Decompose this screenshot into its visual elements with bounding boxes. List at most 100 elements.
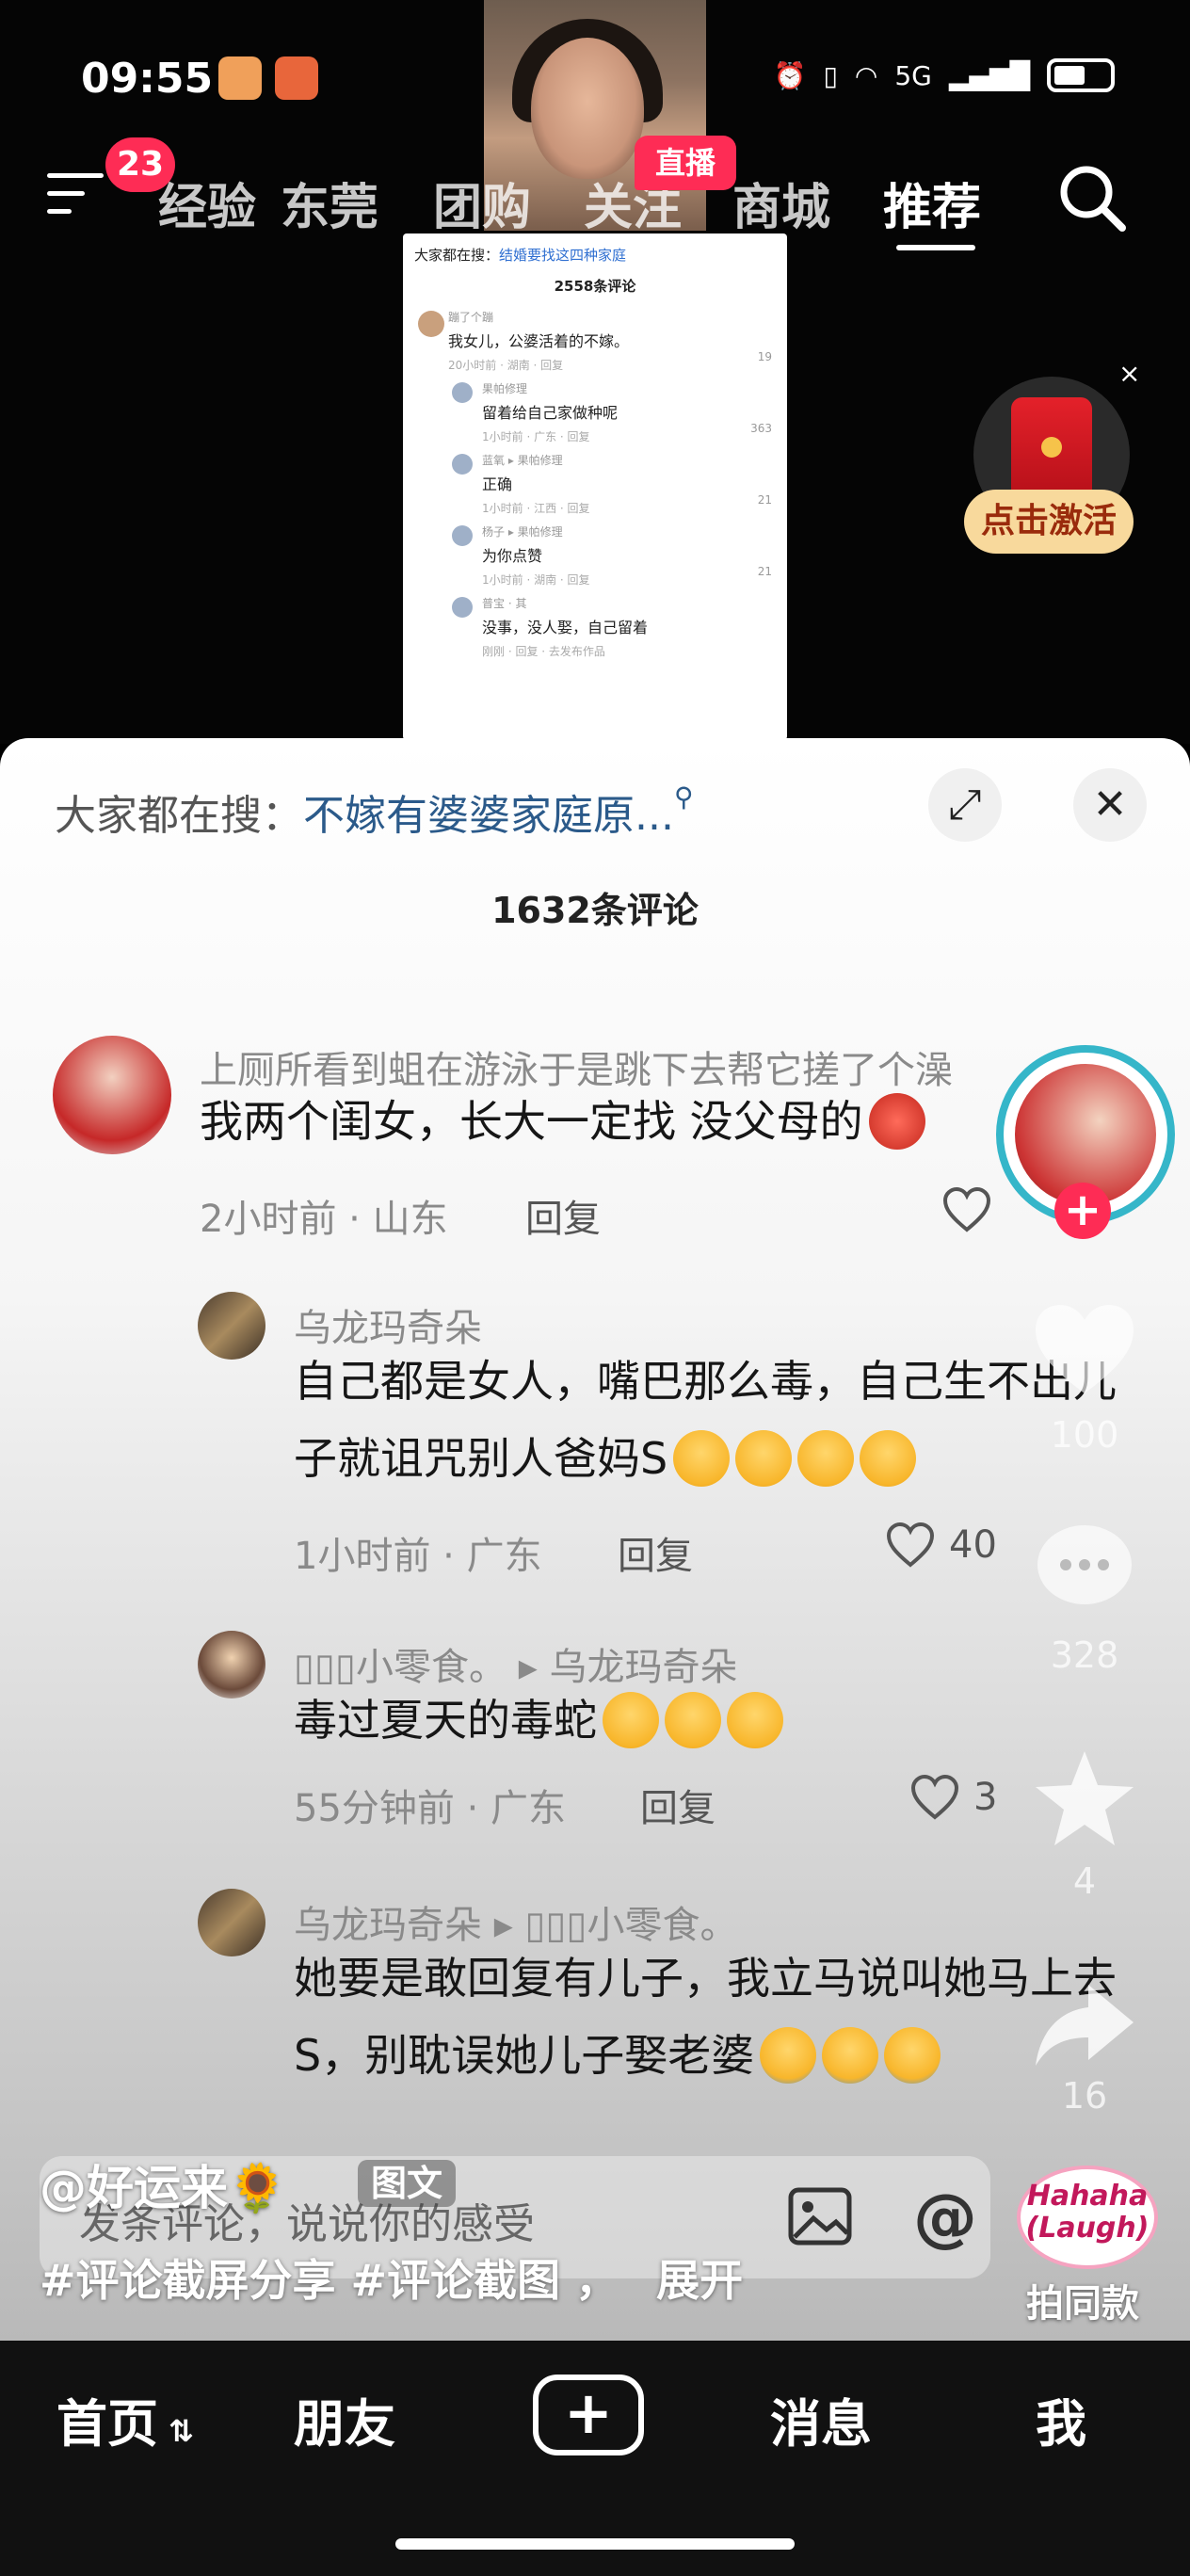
- heart-icon: [886, 1521, 935, 1568]
- avatar: [452, 454, 473, 475]
- reply-button[interactable]: 回复: [618, 1525, 693, 1580]
- expand-button[interactable]: 展开: [656, 2255, 743, 2306]
- publish-button[interactable]: +: [533, 2375, 644, 2455]
- status-icons: ⏰ ▯ ◠ 5G ▂▄▆█: [774, 58, 1115, 92]
- sleepy-face-emoji-icon: [603, 1691, 659, 1748]
- embed-comment-meta: 1小时前 · 广东 · 回复: [482, 430, 590, 443]
- tab-messages[interactable]: 消息: [770, 2382, 872, 2456]
- video-area[interactable]: 大家都在搜： 结婚要找这四种家庭 2558条评论 蹦了个蹦 我女儿，公婆活着的不…: [0, 0, 1190, 744]
- embed-comment-meta: 1小时前 · 江西 · 回复: [482, 502, 590, 515]
- sleepy-face-emoji-icon: [797, 1429, 855, 1487]
- app-notification-icon: [275, 56, 318, 100]
- avatar: [452, 525, 473, 546]
- sleepy-face-emoji-icon: [673, 1429, 731, 1487]
- embed-comment: 果帕修理 留着给自己家做种呢 1小时前 · 广东 · 回复 363: [403, 380, 787, 452]
- close-icon[interactable]: ×: [1118, 358, 1140, 389]
- alarm-icon: ⏰: [773, 59, 807, 91]
- bottom-tab-bar: 首页 ⇅ 朋友 + 消息 我: [0, 2341, 1190, 2576]
- heart-icon: [910, 1774, 959, 1820]
- embed-comment-text: 我女儿，公婆活着的不嫁。: [448, 332, 630, 350]
- creator-avatar-image: [1015, 1064, 1156, 1205]
- tab-group-buy[interactable]: 团购: [433, 168, 531, 238]
- comment-count: 1632条评论: [491, 890, 699, 931]
- close-icon[interactable]: ✕: [1073, 768, 1147, 842]
- embed-comment-meta: 刚刚 · 回复 · 去发布作品: [482, 645, 605, 658]
- embed-comment-meta: 1小时前 · 湖南 · 回复: [482, 573, 590, 587]
- embed-comment-name: 蓝氧 ▸ 果帕修理: [482, 454, 563, 467]
- caption-hashtags: #评论截屏分享 #评论截图 ， 展开: [40, 2246, 743, 2309]
- embed-comment-name: 普宝 · 其: [482, 597, 527, 610]
- home-indicator[interactable]: [395, 2538, 795, 2550]
- refresh-switch-icon: ⇅: [158, 2413, 194, 2449]
- menu-icon[interactable]: [47, 173, 104, 218]
- avatar[interactable]: [198, 1631, 265, 1699]
- embed-comment-text: 没事，没人娶，自己留着: [482, 619, 649, 636]
- tab-dongguan[interactable]: 东莞: [281, 168, 378, 238]
- network-label: 5G: [894, 59, 932, 91]
- heart-icon[interactable]: [941, 1186, 992, 1233]
- comment-text: 毒过夏天的毒蛇: [294, 1682, 783, 1759]
- embed-comment-text: 正确: [482, 475, 513, 493]
- avatar[interactable]: [198, 1292, 265, 1360]
- embed-comment-text: 为你点赞: [482, 547, 543, 565]
- embed-comment: 杨子 ▸ 果帕修理 为你点赞 1小时前 · 湖南 · 回复 21: [403, 523, 787, 595]
- avatar: [452, 597, 473, 618]
- author-name[interactable]: @好运来🌻: [40, 2150, 286, 2218]
- sleepy-face-emoji-icon: [735, 1429, 793, 1487]
- tab-experience[interactable]: 经验: [158, 168, 256, 238]
- mention-at-icon[interactable]: @: [913, 2181, 977, 2255]
- music-disc-icon[interactable]: Hahaha (Laugh): [1017, 2165, 1158, 2269]
- vibrate-icon: ▯: [823, 59, 838, 91]
- apple-emoji-icon: [868, 1092, 925, 1150]
- same-style-button[interactable]: 拍同款: [1026, 2273, 1139, 2327]
- like-button[interactable]: 40: [885, 1521, 997, 1569]
- red-packet-label[interactable]: 点击激活: [964, 490, 1134, 554]
- embed-comment-meta: 20小时前 · 湖南 · 回复: [448, 359, 564, 372]
- embed-comment-name: 果帕修理: [482, 382, 528, 395]
- image-icon[interactable]: [787, 2186, 853, 2246]
- tab-me[interactable]: 我: [1036, 2382, 1086, 2456]
- comment-meta: 2小时前 · 山东: [200, 1198, 448, 1241]
- crying-laughing-emoji-icon: [822, 2026, 879, 2084]
- like-count: 40: [949, 1523, 997, 1567]
- comment-meta: 55分钟前 · 广东: [294, 1787, 567, 1830]
- tab-recommend[interactable]: 推荐: [883, 168, 981, 238]
- search-suggestion[interactable]: 大家都在搜：不嫁有婆婆家庭原...⚲: [55, 781, 693, 842]
- like-button[interactable]: 3: [909, 1774, 997, 1821]
- wifi-icon: ◠: [854, 59, 878, 91]
- tab-home[interactable]: 首页 ⇅: [56, 2382, 194, 2456]
- like-count: 3: [973, 1776, 998, 1819]
- tab-mall[interactable]: 商城: [732, 168, 830, 238]
- reply-button[interactable]: 回复: [640, 1778, 716, 1832]
- live-badge[interactable]: 直播: [635, 136, 736, 190]
- comment-text-content: 毒过夏天的毒蛇: [294, 1695, 597, 1746]
- avatar[interactable]: [198, 1889, 265, 1956]
- embed-comment: 蓝氧 ▸ 果帕修理 正确 1小时前 · 江西 · 回复 21: [403, 452, 787, 523]
- sleepy-face-emoji-icon: [860, 1429, 917, 1487]
- crying-laughing-emoji-icon: [760, 2026, 817, 2084]
- creator-avatar[interactable]: [996, 1045, 1175, 1224]
- status-time: 09:55: [81, 55, 214, 103]
- hashtag-text[interactable]: #评论截屏分享 #评论截图 ，: [40, 2255, 619, 2306]
- red-packet-widget[interactable]: 点击激活: [964, 377, 1134, 565]
- search-term[interactable]: 不嫁有婆婆家庭原...: [303, 792, 674, 840]
- status-bar: 09:55 ⏰ ▯ ◠ 5G ▂▄▆█: [0, 47, 1190, 113]
- tab-friends[interactable]: 朋友: [294, 2382, 395, 2456]
- expand-icon[interactable]: ⤢: [928, 768, 1002, 842]
- comment-text: 自己都是女人，嘴巴那么毒，自己生不出儿子就诅咒别人爸妈S: [294, 1343, 1141, 1497]
- embed-like-count: 19: [757, 350, 772, 363]
- crying-laughing-emoji-icon: [884, 2026, 941, 2084]
- search-prefix: 大家都在搜：: [55, 792, 303, 840]
- tab-home-label: 首页: [56, 2394, 158, 2454]
- embed-like-count: 21: [757, 493, 772, 507]
- active-tab-indicator: [896, 245, 975, 250]
- search-icon[interactable]: [1054, 160, 1130, 235]
- search-icon: ⚲: [673, 781, 694, 813]
- embed-comment-name: 蹦了个蹦: [448, 311, 494, 324]
- reply-button[interactable]: 回复: [525, 1188, 601, 1243]
- sleepy-face-emoji-icon: [727, 1691, 783, 1748]
- embed-comment-name: 杨子 ▸ 果帕修理: [482, 525, 563, 539]
- avatar[interactable]: [53, 1036, 171, 1154]
- avatar: [418, 311, 444, 337]
- comment-meta: 1小时前 · 广东: [294, 1535, 542, 1578]
